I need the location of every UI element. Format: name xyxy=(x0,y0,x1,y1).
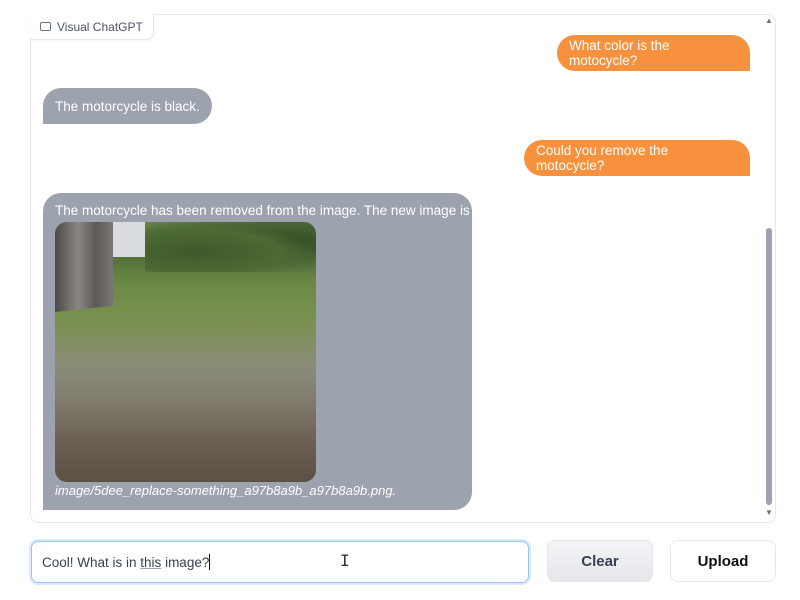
chat-icon xyxy=(40,22,51,31)
upload-button[interactable]: Upload xyxy=(670,540,776,582)
scroll-up-icon[interactable]: ▲ xyxy=(765,16,773,25)
input-text: Cool! What is in xyxy=(42,554,141,570)
input-text-underlined: this xyxy=(140,554,162,570)
text-caret xyxy=(209,554,211,570)
message-input[interactable]: Cool! What is in this image? xyxy=(31,541,529,583)
scroll-down-icon[interactable]: ▼ xyxy=(765,508,773,517)
user-message: What color is the motocycle? xyxy=(557,35,750,71)
app-title: Visual ChatGPT xyxy=(57,19,143,34)
bot-message-text: The motorcycle has been removed from the… xyxy=(55,203,470,218)
ibeam-cursor-icon: I xyxy=(340,551,350,570)
clear-button[interactable]: Clear xyxy=(547,540,653,582)
chatbot-label: Visual ChatGPT xyxy=(30,14,154,40)
result-image[interactable] xyxy=(55,222,316,482)
bot-message: The motorcycle is black. xyxy=(43,88,212,124)
scrollbar-thumb[interactable] xyxy=(766,228,772,505)
image-path: image/5dee_replace-something_a97b8a9b_a9… xyxy=(55,483,397,498)
user-message: Could you remove the motocycle? xyxy=(524,140,750,176)
chat-scrollbar[interactable]: ▲ ▼ xyxy=(764,16,774,520)
bot-message: The motorcycle has been removed from the… xyxy=(43,193,472,510)
input-text: image? xyxy=(161,554,210,570)
